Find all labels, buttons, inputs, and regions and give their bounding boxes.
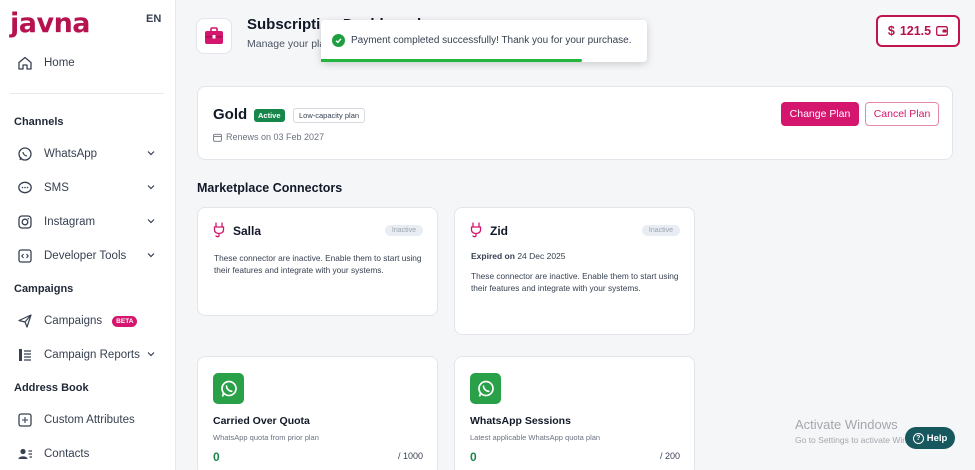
question-icon: ?	[912, 432, 924, 444]
status-badge: Active	[254, 109, 285, 122]
section-title-channels: Channels	[14, 116, 64, 128]
status-badge: Inactive	[384, 225, 423, 236]
quota-card-whatsapp-sessions: WhatsApp Sessions Latest applicable What…	[454, 356, 695, 470]
balance-value: 121.5	[899, 24, 932, 38]
sidebar-item-label: Campaigns	[44, 315, 103, 327]
subscription-icon	[196, 18, 232, 54]
quota-limit: / 200	[659, 451, 680, 461]
plug-icon	[212, 222, 226, 243]
quota-title: Carried Over Quota	[213, 415, 310, 427]
plug-icon	[469, 222, 483, 243]
activate-windows-title: Activate Windows	[795, 417, 898, 432]
section-title-address-book: Address Book	[14, 382, 89, 394]
cancel-plan-button[interactable]: Cancel Plan	[865, 102, 939, 126]
wallet-icon	[936, 26, 949, 36]
connector-name: Salla	[233, 224, 262, 238]
sidebar-item-sms[interactable]: SMS	[10, 175, 166, 201]
current-plan-card: Gold Active Low-capacity plan Renews on …	[197, 86, 953, 160]
home-icon	[16, 54, 34, 72]
connector-description: These connector are inactive. Enable the…	[471, 271, 679, 293]
renewal-date: Renews on 03 Feb 2027	[226, 132, 325, 142]
connector-description: These connector are inactive. Enable the…	[214, 253, 422, 275]
instagram-icon	[16, 213, 34, 231]
send-icon	[16, 312, 34, 330]
sidebar-item-whatsapp[interactable]: WhatsApp	[10, 141, 166, 167]
sidebar-item-campaigns[interactable]: Campaigns BETA	[10, 308, 166, 334]
sidebar-item-label: Developer Tools	[44, 250, 127, 262]
sidebar-item-instagram[interactable]: Instagram	[10, 209, 166, 235]
connector-name: Zid	[490, 224, 508, 238]
chevron-down-icon	[146, 216, 156, 229]
sidebar-item-developer-tools[interactable]: Developer Tools	[10, 243, 166, 269]
status-badge: Inactive	[641, 225, 680, 236]
sidebar-item-contacts[interactable]: Contacts	[10, 441, 166, 467]
whatsapp-icon	[213, 373, 244, 404]
language-switcher[interactable]: EN	[146, 13, 161, 25]
javna-logo[interactable]: javna	[10, 8, 91, 39]
success-toast: Payment completed successfully! Thank yo…	[321, 20, 647, 62]
code-icon	[16, 247, 34, 265]
whatsapp-icon	[470, 373, 501, 404]
expiry-info: Expired on 24 Dec 2025	[471, 251, 566, 261]
chevron-down-icon	[146, 250, 156, 263]
whatsapp-icon	[16, 145, 34, 163]
sidebar-item-label: Custom Attributes	[44, 414, 135, 426]
sms-icon	[16, 179, 34, 197]
sidebar-item-label: Contacts	[44, 448, 90, 460]
help-label: Help	[926, 432, 948, 444]
contacts-icon	[16, 445, 34, 463]
check-circle-icon	[332, 34, 345, 47]
quota-limit: / 1000	[397, 451, 423, 461]
chevron-down-icon	[146, 148, 156, 161]
renewal-info: Renews on 03 Feb 2027	[213, 132, 324, 142]
chevron-down-icon	[146, 349, 156, 362]
attributes-icon	[16, 411, 34, 429]
sidebar: javna EN Home Channels WhatsApp SMS Inst…	[0, 0, 176, 470]
quota-title: WhatsApp Sessions	[470, 415, 571, 427]
connector-card-salla[interactable]: Salla Inactive These connector are inact…	[197, 207, 438, 316]
sidebar-divider	[10, 93, 164, 94]
sidebar-item-label: SMS	[44, 182, 69, 194]
quota-subtitle: WhatsApp quota from prior plan	[213, 433, 319, 442]
sidebar-item-custom-attributes[interactable]: Custom Attributes	[10, 407, 166, 433]
marketplace-heading: Marketplace Connectors	[197, 181, 343, 195]
report-icon	[16, 346, 34, 364]
expiry-label: Expired on	[471, 251, 515, 261]
sidebar-item-home[interactable]: Home	[10, 50, 166, 76]
help-button[interactable]: ? Help	[905, 427, 955, 449]
quota-subtitle: Latest applicable WhatsApp quota plan	[470, 433, 601, 442]
balance-button[interactable]: $ 121.5	[876, 15, 960, 47]
chevron-down-icon	[146, 182, 156, 195]
sidebar-item-label: Home	[44, 57, 75, 69]
balance-currency: $	[887, 24, 895, 38]
sidebar-item-campaign-reports[interactable]: Campaign Reports	[10, 342, 166, 368]
section-title-campaigns: Campaigns	[14, 283, 74, 295]
toast-progress-track	[321, 59, 647, 62]
quota-card-carried-over: Carried Over Quota WhatsApp quota from p…	[197, 356, 438, 470]
toast-progress-bar	[321, 59, 582, 62]
sidebar-item-label: Campaign Reports	[44, 349, 140, 361]
expiry-date: 24 Dec 2025	[517, 251, 566, 261]
sidebar-item-label: Instagram	[44, 216, 96, 228]
calendar-icon	[213, 133, 226, 142]
quota-used: 0	[213, 450, 220, 464]
connector-card-zid[interactable]: Zid Inactive Expired on 24 Dec 2025 Thes…	[454, 207, 695, 335]
plan-tier-badge: Low-capacity plan	[293, 108, 366, 123]
page-subtitle: Manage your plan	[247, 38, 332, 50]
toast-message: Payment completed successfully! Thank yo…	[351, 35, 632, 46]
change-plan-button[interactable]: Change Plan	[781, 102, 859, 126]
plan-name: Gold	[213, 106, 248, 123]
quota-used: 0	[470, 450, 477, 464]
sidebar-item-label: WhatsApp	[44, 148, 98, 160]
beta-badge: BETA	[112, 315, 138, 327]
